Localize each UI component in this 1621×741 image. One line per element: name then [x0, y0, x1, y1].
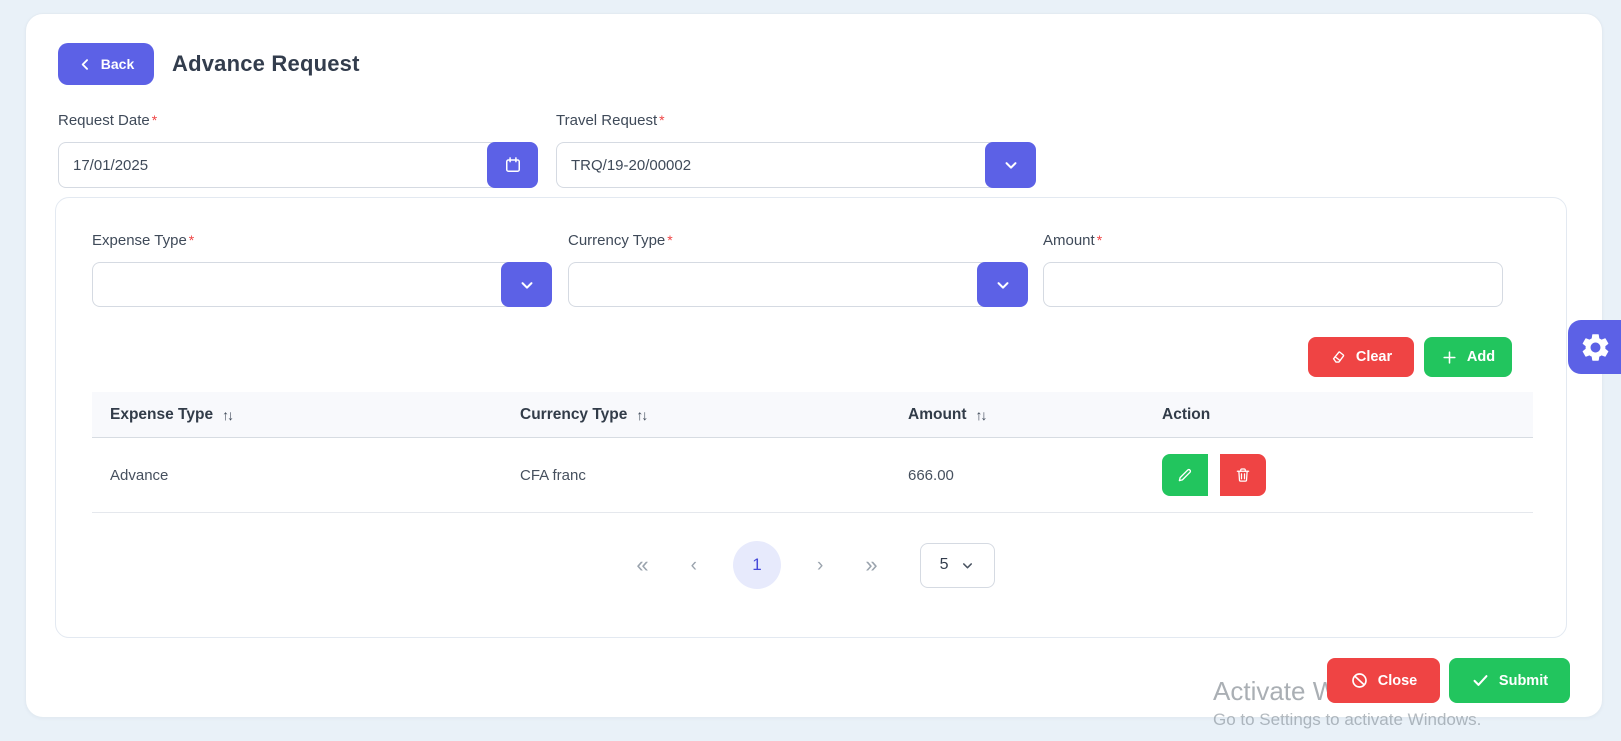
delete-button[interactable] — [1220, 454, 1266, 496]
request-date-input[interactable] — [58, 142, 495, 188]
chevron-down-icon — [994, 276, 1012, 294]
activate-windows-watermark-subtext: Go to Settings to activate Windows. — [1213, 710, 1481, 730]
plus-icon — [1441, 349, 1458, 366]
eraser-icon — [1330, 349, 1347, 366]
close-button-label: Close — [1378, 673, 1418, 689]
column-header-currency-type[interactable]: Currency Type ↑↓ — [520, 392, 646, 437]
close-button[interactable]: Close — [1327, 658, 1440, 703]
required-asterisk: * — [152, 112, 157, 128]
page-size-value: 5 — [940, 556, 949, 574]
chevron-down-icon — [518, 276, 536, 294]
currency-type-dropdown-button[interactable] — [977, 262, 1028, 307]
add-button[interactable]: Add — [1424, 337, 1512, 377]
amount-cell: 666.00 — [908, 438, 954, 512]
page-size-select[interactable]: 5 — [920, 543, 995, 588]
chevron-down-icon — [1002, 156, 1020, 174]
pencil-icon — [1176, 466, 1194, 484]
calendar-icon — [503, 155, 523, 175]
submit-button-label: Submit — [1499, 673, 1548, 689]
expense-type-cell: Advance — [110, 438, 168, 512]
action-cell — [1162, 438, 1266, 512]
amount-label: Amount* — [1043, 232, 1102, 249]
current-page-indicator[interactable]: 1 — [733, 541, 781, 589]
first-page-button[interactable]: « — [630, 550, 654, 580]
clear-button-label: Clear — [1356, 349, 1392, 365]
currency-type-label: Currency Type* — [568, 232, 673, 249]
chevron-left-icon — [78, 57, 93, 72]
chevron-down-icon — [960, 558, 975, 573]
expense-type-group — [92, 262, 552, 307]
last-page-button[interactable]: » — [859, 550, 883, 580]
travel-request-group — [556, 142, 1036, 188]
currency-type-cell: CFA franc — [520, 438, 586, 512]
back-button-label: Back — [101, 56, 134, 72]
required-asterisk: * — [189, 232, 194, 248]
expense-type-input[interactable] — [92, 262, 509, 307]
no-entry-icon — [1350, 671, 1369, 690]
back-button[interactable]: Back — [58, 43, 154, 85]
sort-icon: ↑↓ — [976, 407, 986, 423]
request-date-group — [58, 142, 538, 188]
expense-type-dropdown-button[interactable] — [501, 262, 552, 307]
submit-button[interactable]: Submit — [1449, 658, 1570, 703]
sort-icon: ↑↓ — [222, 407, 232, 423]
expense-type-label: Expense Type* — [92, 232, 194, 249]
pagination: « ‹ 1 › » 5 — [92, 534, 1533, 596]
edit-button[interactable] — [1162, 454, 1208, 496]
request-date-label: Request Date* — [58, 112, 157, 129]
currency-type-group — [568, 262, 1028, 307]
expense-table: Expense Type ↑↓ Currency Type ↑↓ Amount … — [92, 392, 1533, 513]
travel-request-label: Travel Request* — [556, 112, 665, 129]
amount-input[interactable] — [1043, 262, 1503, 307]
column-header-expense-type[interactable]: Expense Type ↑↓ — [110, 392, 232, 437]
required-asterisk: * — [659, 112, 664, 128]
settings-fab[interactable] — [1568, 320, 1621, 374]
next-page-button[interactable]: › — [811, 552, 829, 579]
clear-button[interactable]: Clear — [1308, 337, 1414, 377]
check-icon — [1471, 671, 1490, 690]
travel-request-dropdown-button[interactable] — [985, 142, 1036, 188]
currency-type-input[interactable] — [568, 262, 985, 307]
trash-icon — [1234, 466, 1252, 484]
calendar-button[interactable] — [487, 142, 538, 188]
column-header-amount[interactable]: Amount ↑↓ — [908, 392, 986, 437]
required-asterisk: * — [667, 232, 672, 248]
add-button-label: Add — [1467, 349, 1495, 365]
page-title: Advance Request — [172, 51, 360, 77]
column-header-action: Action — [1162, 392, 1210, 437]
required-asterisk: * — [1097, 232, 1102, 248]
table-header-row: Expense Type ↑↓ Currency Type ↑↓ Amount … — [92, 392, 1533, 438]
travel-request-input[interactable] — [556, 142, 993, 188]
gear-icon — [1579, 331, 1612, 364]
table-row: Advance CFA franc 666.00 — [92, 438, 1533, 513]
sort-icon: ↑↓ — [636, 407, 646, 423]
prev-page-button[interactable]: ‹ — [685, 552, 703, 579]
